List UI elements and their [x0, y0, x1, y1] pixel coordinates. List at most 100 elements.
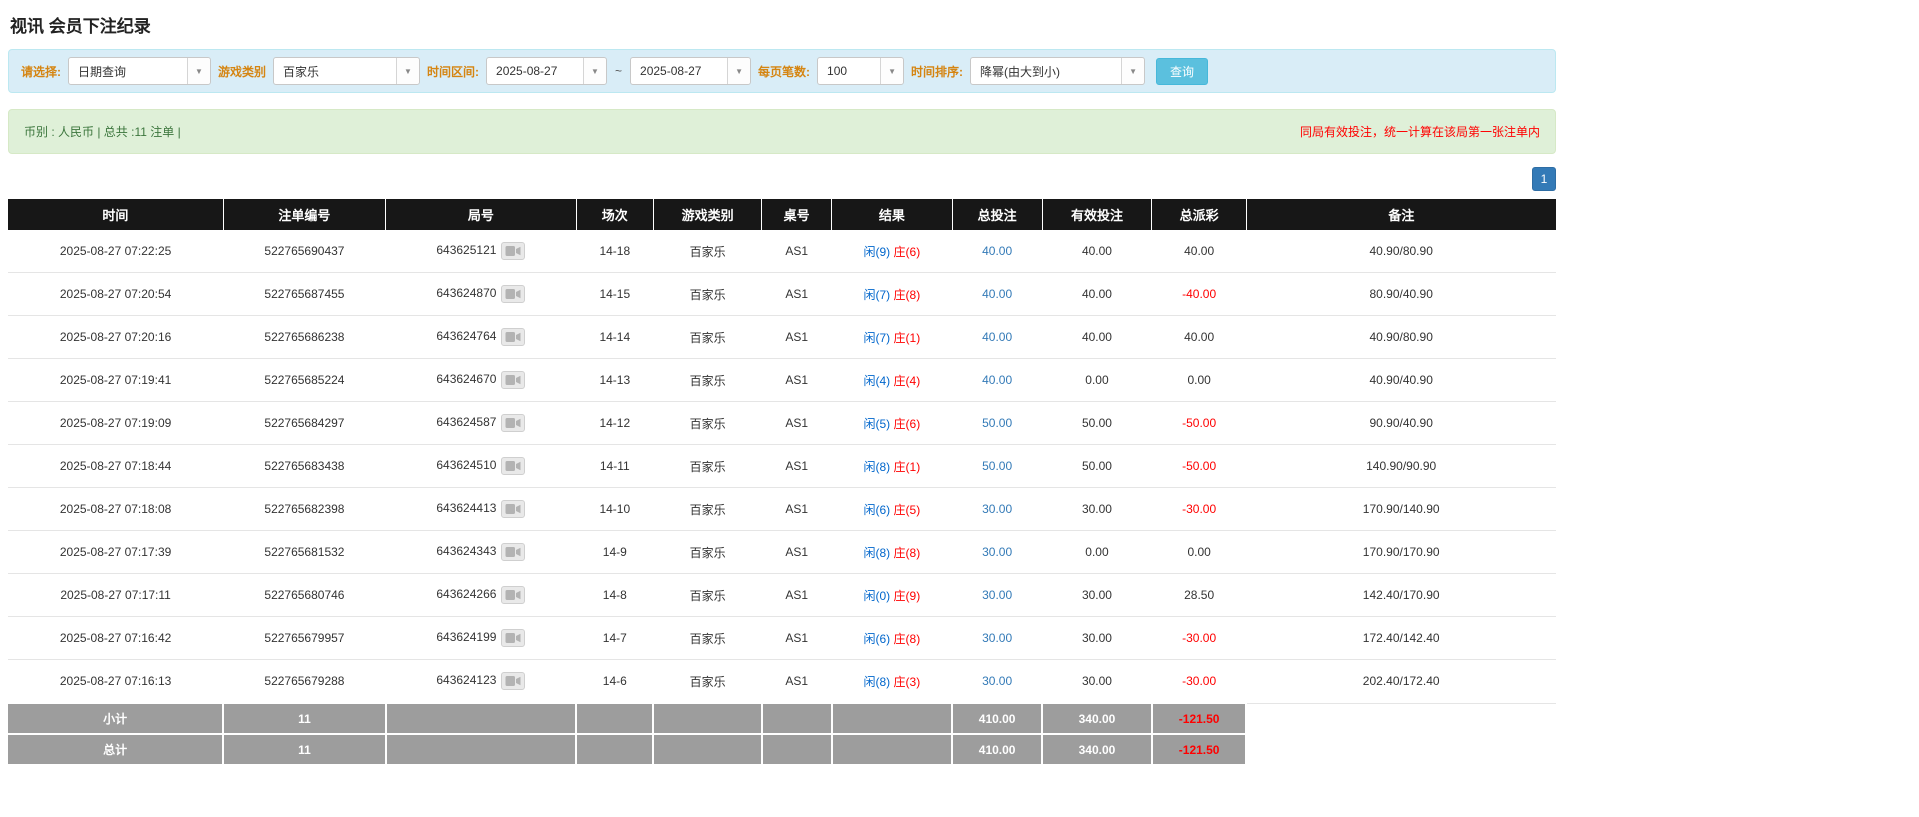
cell-payout: 40.00 — [1152, 316, 1246, 359]
cell-payout: -40.00 — [1152, 273, 1246, 316]
table-row: 2025-08-27 07:18:08 522765682398 6436244… — [8, 488, 1556, 531]
cell-table-no: AS1 — [762, 316, 832, 359]
col-remark: 备注 — [1246, 199, 1556, 230]
cell-table-no: AS1 — [762, 531, 832, 574]
sort-order-select[interactable]: 降幂(由大到小) ▼ — [970, 57, 1145, 85]
table-row: 2025-08-27 07:18:44 522765683438 6436245… — [8, 445, 1556, 488]
video-replay-icon[interactable] — [501, 500, 525, 518]
query-type-select[interactable]: 日期查询 ▼ — [68, 57, 211, 85]
subtotal-payout: -121.50 — [1152, 703, 1246, 734]
cell-time: 2025-08-27 07:19:09 — [8, 402, 223, 445]
table-row: 2025-08-27 07:22:25 522765690437 6436251… — [8, 230, 1556, 273]
subtotal-valid-bet: 340.00 — [1042, 703, 1152, 734]
cell-total-bet: 40.00 — [952, 273, 1042, 316]
chevron-down-icon: ▼ — [396, 58, 419, 84]
total-bet-link[interactable]: 30.00 — [982, 502, 1012, 516]
result-banker: 庄(6) — [894, 245, 921, 259]
cell-time: 2025-08-27 07:18:44 — [8, 445, 223, 488]
total-bet-link[interactable]: 40.00 — [982, 287, 1012, 301]
video-replay-icon[interactable] — [501, 328, 525, 346]
cell-time: 2025-08-27 07:16:42 — [8, 617, 223, 660]
total-bet-link[interactable]: 30.00 — [982, 674, 1012, 688]
col-time: 时间 — [8, 199, 223, 230]
cell-valid-bet: 0.00 — [1042, 531, 1152, 574]
cell-game-category: 百家乐 — [653, 359, 761, 402]
table-row: 2025-08-27 07:17:11 522765680746 6436242… — [8, 574, 1556, 617]
cell-valid-bet: 50.00 — [1042, 402, 1152, 445]
table-row: 2025-08-27 07:16:42 522765679957 6436241… — [8, 617, 1556, 660]
cell-payout: -50.00 — [1152, 402, 1246, 445]
cell-time: 2025-08-27 07:17:39 — [8, 531, 223, 574]
video-replay-icon[interactable] — [501, 629, 525, 647]
total-bet-link[interactable]: 40.00 — [982, 244, 1012, 258]
search-button[interactable]: 查询 — [1156, 58, 1208, 85]
cell-total-bet: 30.00 — [952, 574, 1042, 617]
cell-valid-bet: 30.00 — [1042, 660, 1152, 704]
video-replay-icon[interactable] — [501, 371, 525, 389]
video-replay-icon[interactable] — [501, 242, 525, 260]
chevron-down-icon: ▼ — [1121, 58, 1144, 84]
cell-payout: -30.00 — [1152, 488, 1246, 531]
cell-round-id: 643625121 — [386, 230, 576, 273]
cell-result: 闲(8) 庄(8) — [832, 531, 953, 574]
video-replay-icon[interactable] — [501, 543, 525, 561]
table-body: 2025-08-27 07:22:25 522765690437 6436251… — [8, 230, 1556, 703]
cell-result: 闲(8) 庄(1) — [832, 445, 953, 488]
total-bet-link[interactable]: 30.00 — [982, 545, 1012, 559]
date-from-value: 2025-08-27 — [487, 58, 583, 84]
total-label: 总计 — [8, 734, 223, 765]
cell-round-id: 643624764 — [386, 316, 576, 359]
cell-table-no: AS1 — [762, 574, 832, 617]
cell-round-id: 643624587 — [386, 402, 576, 445]
subtotal-count: 11 — [223, 703, 386, 734]
date-from-select[interactable]: 2025-08-27 ▼ — [486, 57, 607, 85]
cell-bet-id: 522765679957 — [223, 617, 386, 660]
table-row: 2025-08-27 07:19:09 522765684297 6436245… — [8, 402, 1556, 445]
cell-remark: 170.90/140.90 — [1246, 488, 1556, 531]
date-to-select[interactable]: 2025-08-27 ▼ — [630, 57, 751, 85]
cell-round-id: 643624670 — [386, 359, 576, 402]
total-bet-link[interactable]: 50.00 — [982, 416, 1012, 430]
cell-table-no: AS1 — [762, 445, 832, 488]
cell-table-no: AS1 — [762, 488, 832, 531]
cell-valid-bet: 30.00 — [1042, 574, 1152, 617]
total-bet-link[interactable]: 40.00 — [982, 330, 1012, 344]
cell-remark: 172.40/142.40 — [1246, 617, 1556, 660]
date-range-label: 时间区间: — [427, 63, 479, 80]
total-row: 总计 11 410.00 340.00 -121.50 — [8, 734, 1556, 765]
total-bet-link[interactable]: 40.00 — [982, 373, 1012, 387]
result-player: 闲(0) — [864, 589, 891, 603]
cell-bet-id: 522765681532 — [223, 531, 386, 574]
result-banker: 庄(3) — [894, 675, 921, 689]
game-category-select[interactable]: 百家乐 ▼ — [273, 57, 420, 85]
video-replay-icon[interactable] — [501, 457, 525, 475]
cell-total-bet: 40.00 — [952, 316, 1042, 359]
table-footer: 小计 11 410.00 340.00 -121.50 总计 11 — [8, 703, 1556, 765]
cell-total-bet: 30.00 — [952, 531, 1042, 574]
cell-table-no: AS1 — [762, 230, 832, 273]
cell-valid-bet: 50.00 — [1042, 445, 1152, 488]
video-replay-icon[interactable] — [501, 672, 525, 690]
cell-valid-bet: 30.00 — [1042, 617, 1152, 660]
total-bet-link[interactable]: 30.00 — [982, 631, 1012, 645]
page-1-button[interactable]: 1 — [1532, 167, 1556, 191]
game-category-value: 百家乐 — [274, 58, 396, 84]
result-player: 闲(7) — [864, 331, 891, 345]
cell-round-id: 643624266 — [386, 574, 576, 617]
total-bet-link[interactable]: 50.00 — [982, 459, 1012, 473]
cell-game-category: 百家乐 — [653, 488, 761, 531]
video-replay-icon[interactable] — [501, 586, 525, 604]
round-id-text: 643624266 — [436, 587, 496, 601]
cell-time: 2025-08-27 07:20:54 — [8, 273, 223, 316]
chevron-down-icon: ▼ — [880, 58, 903, 84]
total-payout: -121.50 — [1152, 734, 1246, 765]
video-replay-icon[interactable] — [501, 414, 525, 432]
video-replay-icon[interactable] — [501, 285, 525, 303]
col-bet-id: 注单编号 — [223, 199, 386, 230]
page-size-select[interactable]: 100 ▼ — [817, 57, 904, 85]
cell-table-no: AS1 — [762, 359, 832, 402]
total-bet-link[interactable]: 30.00 — [982, 588, 1012, 602]
round-id-text: 643624587 — [436, 415, 496, 429]
col-table-no: 桌号 — [762, 199, 832, 230]
cell-table-no: AS1 — [762, 273, 832, 316]
